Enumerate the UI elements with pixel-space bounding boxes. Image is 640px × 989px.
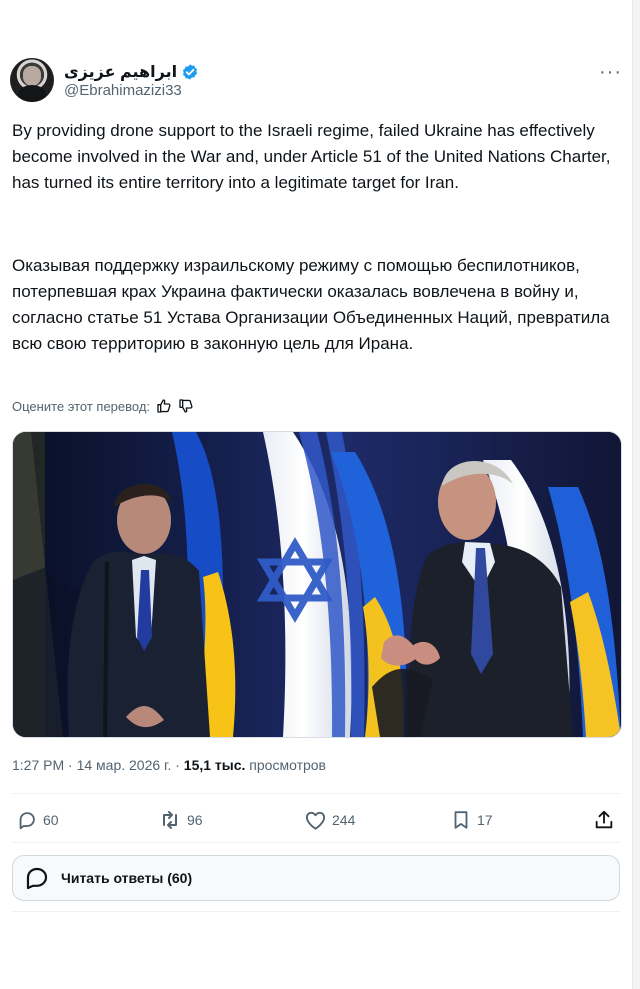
bookmark-icon[interactable]	[450, 809, 472, 831]
divider-bottom	[12, 842, 620, 843]
photo-illustration	[13, 432, 621, 737]
rate-translation-label: Оцените этот перевод:	[12, 398, 151, 414]
like-count: 244	[332, 812, 356, 828]
tweet-photo[interactable]	[12, 431, 622, 738]
like-button[interactable]: 244	[304, 806, 355, 834]
thumbs-up-icon[interactable]	[156, 398, 172, 414]
verified-icon	[181, 63, 199, 81]
tweet-text-translation: Оказывая поддержку израильскому режиму с…	[12, 256, 610, 353]
tweet-actions: 60 96 244 17	[12, 806, 620, 834]
tweet-text-original: By providing drone support to the Israel…	[12, 121, 611, 192]
more-icon[interactable]: ···	[599, 62, 622, 82]
views-count: 15,1 тыс.	[183, 757, 246, 773]
bookmark-count: 17	[477, 812, 493, 828]
chat-bubble-icon	[26, 867, 48, 890]
bookmark-button[interactable]: 17	[450, 806, 493, 834]
repost-count: 96	[187, 812, 203, 828]
divider-top	[12, 793, 620, 794]
author-name-row[interactable]: ابراهیم عزیزی	[64, 61, 199, 82]
repost-button[interactable]: 96	[158, 806, 203, 834]
translation-rating: Оцените этот перевод:	[12, 398, 194, 414]
reply-icon[interactable]	[16, 809, 38, 831]
card-end-divider	[12, 911, 620, 912]
timestamp[interactable]: 1:27 PM · 14 мар. 2026 г. ·	[12, 757, 184, 773]
read-replies-label: Читать ответы (60)	[61, 870, 193, 886]
avatar[interactable]	[10, 58, 54, 102]
reply-count: 60	[43, 812, 59, 828]
tweet-meta: 1:27 PM · 14 мар. 2026 г. · 15,1 тыс. пр…	[12, 757, 326, 773]
views-label: просмотров	[245, 757, 326, 773]
share-icon[interactable]	[593, 809, 615, 831]
display-name[interactable]: ابراهیم عزیزی	[64, 62, 177, 82]
tweet-header: ابراهیم عزیزی @Ebrahimazizi33 ···	[10, 58, 622, 106]
share-button[interactable]	[593, 806, 615, 834]
author-handle[interactable]: @Ebrahimazizi33	[64, 82, 182, 99]
repost-icon[interactable]	[158, 808, 182, 832]
like-icon[interactable]	[304, 809, 327, 832]
thumbs-down-icon[interactable]	[178, 398, 194, 414]
right-scroll-edge	[632, 0, 640, 989]
read-replies-button[interactable]: Читать ответы (60)	[12, 855, 620, 901]
reply-button[interactable]: 60	[16, 806, 59, 834]
tweet-card: ابراهیم عزیزی @Ebrahimazizi33 ··· By pro…	[0, 0, 632, 989]
